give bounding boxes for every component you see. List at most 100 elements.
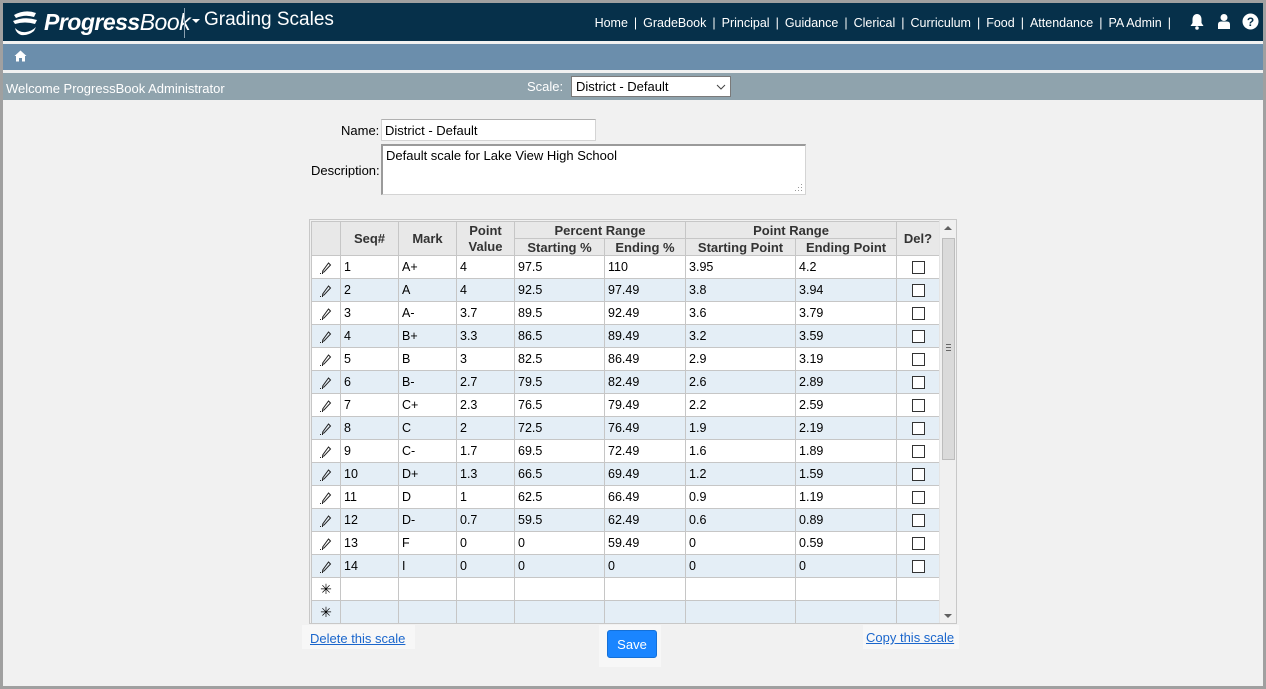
nav-guidance[interactable]: Guidance [785, 16, 839, 30]
empty-cell[interactable] [603, 600, 687, 623]
pencil-icon[interactable] [311, 301, 341, 325]
cell-point-value[interactable]: 3.3 [456, 324, 515, 348]
cell-start-pt[interactable]: 2.6 [685, 370, 797, 394]
nav-clerical[interactable]: Clerical [854, 16, 896, 30]
cell-end-pct[interactable]: 97.49 [603, 278, 687, 302]
empty-cell[interactable] [795, 600, 898, 623]
empty-cell[interactable] [897, 624, 940, 625]
cell-start-pct[interactable]: 86.5 [514, 324, 605, 348]
cell-seq[interactable]: 6 [340, 370, 399, 394]
cell-start-pct[interactable]: 79.5 [514, 370, 605, 394]
header-point-value[interactable]: Point Value [456, 221, 515, 256]
pencil-icon[interactable] [311, 485, 341, 509]
resize-grip-icon[interactable] [795, 184, 803, 192]
cell-end-pct[interactable]: 0 [603, 554, 687, 578]
cell-seq[interactable]: 2 [340, 278, 399, 302]
cell-mark[interactable]: A- [398, 301, 457, 325]
name-input[interactable]: District - Default [381, 119, 596, 141]
cell-mark[interactable]: I [398, 554, 457, 578]
cell-end-pt[interactable]: 0 [795, 554, 898, 578]
empty-cell[interactable] [312, 624, 341, 625]
nav-pa-admin[interactable]: PA Admin [1108, 16, 1161, 30]
cell-end-pt[interactable]: 0.59 [795, 531, 898, 555]
cell-start-pct[interactable]: 92.5 [514, 278, 605, 302]
cell-point-value[interactable]: 0 [456, 554, 515, 578]
new-row[interactable]: ✳ [311, 600, 941, 623]
pencil-icon[interactable] [311, 508, 341, 532]
nav-gradebook[interactable]: GradeBook [643, 16, 706, 30]
delete-checkbox[interactable] [911, 422, 925, 436]
cell-start-pt[interactable]: 3.2 [685, 324, 797, 348]
cell-mark[interactable]: C [398, 416, 457, 440]
empty-cell[interactable] [686, 624, 796, 625]
cell-start-pt[interactable]: 0.6 [685, 508, 797, 532]
cell-point-value[interactable]: 2.3 [456, 393, 515, 417]
cell-point-value[interactable]: 0 [456, 531, 515, 555]
delete-checkbox[interactable] [911, 445, 925, 459]
cell-mark[interactable]: D [398, 485, 457, 509]
header-starting-point[interactable]: Starting Point [685, 238, 797, 256]
cell-mark[interactable]: D+ [398, 462, 457, 486]
scroll-up-arrow-icon[interactable] [944, 226, 952, 230]
delete-checkbox[interactable] [911, 537, 925, 551]
pencil-icon[interactable] [311, 370, 341, 394]
cell-end-pct[interactable]: 82.49 [603, 370, 687, 394]
delete-checkbox[interactable] [911, 307, 925, 321]
empty-cell[interactable] [515, 624, 605, 625]
cell-point-value[interactable]: 2.7 [456, 370, 515, 394]
cell-end-pt[interactable]: 2.19 [795, 416, 898, 440]
pencil-icon[interactable] [311, 324, 341, 348]
header-mark[interactable]: Mark [398, 221, 457, 256]
pencil-icon[interactable] [311, 531, 341, 555]
cell-end-pt[interactable]: 3.94 [795, 278, 898, 302]
cell-seq[interactable]: 4 [340, 324, 399, 348]
new-row[interactable] [312, 624, 940, 625]
cell-start-pt[interactable]: 3.95 [685, 255, 797, 279]
description-textarea[interactable]: Default scale for Lake View High School [381, 144, 806, 195]
empty-cell[interactable] [514, 577, 605, 601]
cell-mark[interactable]: B- [398, 370, 457, 394]
empty-cell[interactable] [685, 577, 797, 601]
header-ending-point[interactable]: Ending Point [795, 238, 898, 256]
cell-mark[interactable]: F [398, 531, 457, 555]
copy-scale-link[interactable]: Copy this scale [866, 630, 954, 645]
cell-point-value[interactable]: 0.7 [456, 508, 515, 532]
cell-end-pct[interactable]: 62.49 [603, 508, 687, 532]
cell-end-pct[interactable]: 89.49 [603, 324, 687, 348]
cell-seq[interactable]: 3 [340, 301, 399, 325]
cell-seq[interactable]: 5 [340, 347, 399, 371]
nav-principal[interactable]: Principal [722, 16, 770, 30]
cell-start-pct[interactable]: 89.5 [514, 301, 605, 325]
vertical-scrollbar[interactable] [939, 220, 956, 623]
cell-start-pt[interactable]: 3.6 [685, 301, 797, 325]
cell-end-pt[interactable]: 1.89 [795, 439, 898, 463]
cell-end-pct[interactable]: 66.49 [603, 485, 687, 509]
cell-end-pct[interactable]: 110 [603, 255, 687, 279]
cell-start-pt[interactable]: 0 [685, 554, 797, 578]
cell-seq[interactable]: 12 [340, 508, 399, 532]
nav-curriculum[interactable]: Curriculum [911, 16, 971, 30]
cell-end-pt[interactable]: 2.59 [795, 393, 898, 417]
empty-cell[interactable] [457, 624, 515, 625]
cell-point-value[interactable]: 4 [456, 255, 515, 279]
cell-point-value[interactable]: 4 [456, 278, 515, 302]
app-title-dropdown[interactable]: Grading Scales [192, 9, 334, 31]
pencil-icon[interactable] [311, 462, 341, 486]
empty-cell[interactable] [341, 624, 399, 625]
cell-start-pt[interactable]: 0.9 [685, 485, 797, 509]
cell-point-value[interactable]: 3.7 [456, 301, 515, 325]
cell-end-pct[interactable]: 92.49 [603, 301, 687, 325]
empty-cell[interactable] [795, 577, 898, 601]
delete-scale-link[interactable]: Delete this scale [310, 631, 405, 646]
delete-checkbox[interactable] [911, 353, 925, 367]
empty-cell[interactable] [605, 624, 686, 625]
nav-attendance[interactable]: Attendance [1030, 16, 1093, 30]
cell-seq[interactable]: 13 [340, 531, 399, 555]
cell-mark[interactable]: A+ [398, 255, 457, 279]
empty-cell[interactable] [456, 600, 515, 623]
cell-end-pt[interactable]: 0.89 [795, 508, 898, 532]
cell-end-pt[interactable]: 1.19 [795, 485, 898, 509]
cell-seq[interactable]: 7 [340, 393, 399, 417]
delete-checkbox[interactable] [911, 284, 925, 298]
cell-seq[interactable]: 11 [340, 485, 399, 509]
